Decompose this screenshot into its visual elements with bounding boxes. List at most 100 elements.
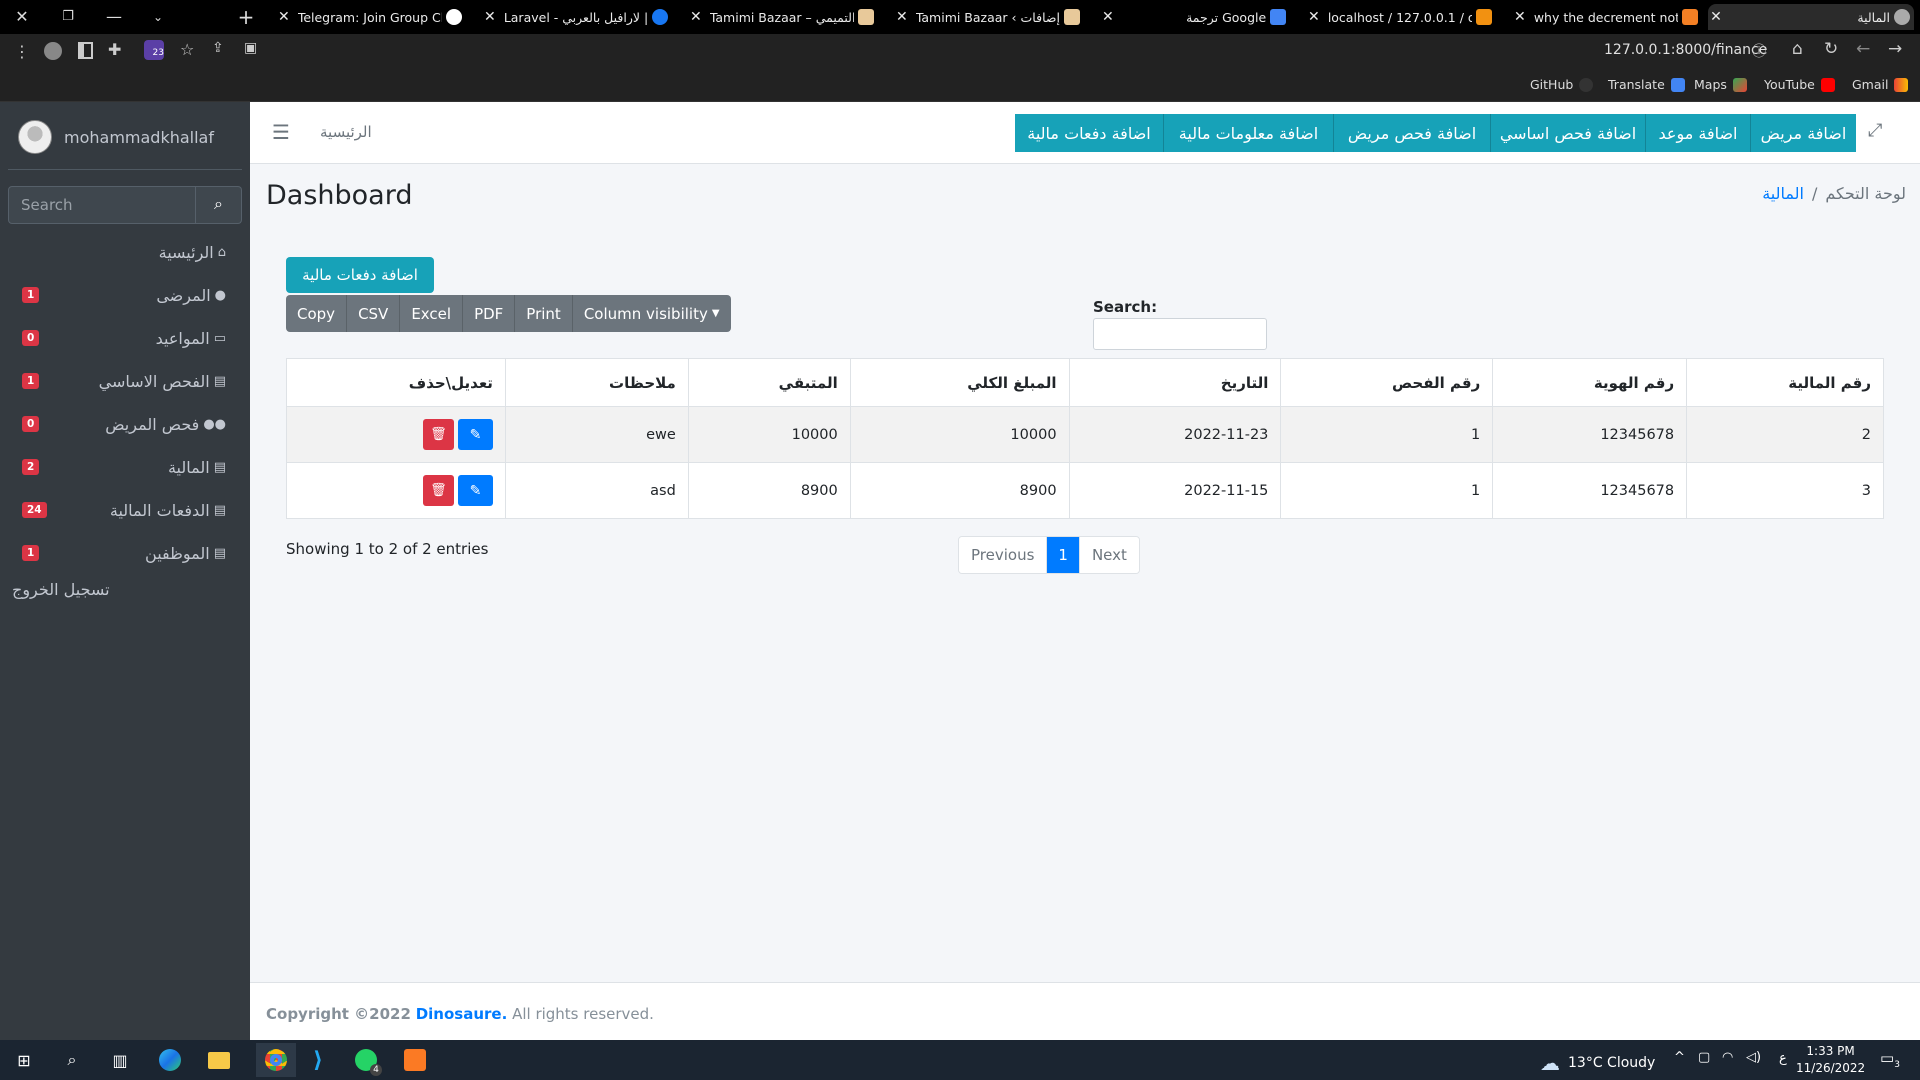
table-search-input[interactable] xyxy=(1093,318,1267,350)
column-header[interactable]: المبلغ الكلي xyxy=(849,358,1070,407)
edge-icon[interactable] xyxy=(158,1048,182,1072)
back-icon[interactable]: ← xyxy=(1856,39,1870,59)
brand-link[interactable]: Dinosaure. xyxy=(416,1005,508,1023)
tab-search-icon[interactable]: ⌄ xyxy=(144,4,172,30)
close-tab-icon[interactable]: ✕ xyxy=(1708,9,1724,25)
home-link[interactable]: الرئيسية xyxy=(320,123,372,141)
share-icon[interactable]: ⇪ xyxy=(212,40,224,56)
hamburger-menu-icon[interactable]: ☰ xyxy=(272,120,290,144)
restore-window-icon[interactable]: ❐ xyxy=(54,4,82,30)
close-window-icon[interactable]: ✕ xyxy=(8,4,36,30)
whatsapp-icon[interactable]: 4 xyxy=(354,1048,382,1076)
user-panel[interactable]: mohammadkhallaf xyxy=(18,120,214,154)
menu-icon[interactable]: ⋮ xyxy=(14,42,30,61)
extension-badge[interactable]: 23 xyxy=(144,40,164,60)
task-view-icon[interactable]: ▥ xyxy=(108,1048,132,1072)
new-tab-icon[interactable]: + xyxy=(232,4,260,30)
sidebar-search-button[interactable]: ⌕ xyxy=(196,186,242,224)
sidebar-item-patient-exam[interactable]: ●● فحص المريض 0 xyxy=(8,404,242,444)
sidebar-item-patients[interactable]: ● المرضى 1 xyxy=(8,275,242,315)
delete-button[interactable]: 🗑 xyxy=(422,419,454,450)
sidebar-item-payments[interactable]: ▤ الدفعات المالية 24 xyxy=(8,490,242,530)
windows-start-icon[interactable]: ⊞ xyxy=(12,1048,36,1072)
bookmark-github[interactable]: GitHub xyxy=(1530,77,1594,92)
browser-tab[interactable]: ✕ why the decrement not wo xyxy=(1512,4,1702,30)
close-tab-icon[interactable]: ✕ xyxy=(482,9,498,25)
close-tab-icon[interactable]: ✕ xyxy=(1512,9,1528,25)
meet-icon[interactable]: ▢ xyxy=(1698,1050,1710,1065)
tray-chevron-icon[interactable]: ^ xyxy=(1674,1050,1685,1065)
sidebar-item-appointments[interactable]: ▭ المواعيد 0 xyxy=(8,318,242,358)
sidebar-icon[interactable] xyxy=(78,42,93,59)
wifi-icon[interactable]: ◠ xyxy=(1722,1050,1733,1065)
previous-page-button[interactable]: Previous xyxy=(959,537,1048,573)
profile-icon[interactable] xyxy=(44,42,62,60)
bookmark-maps[interactable]: Maps xyxy=(1694,77,1747,92)
weather-widget[interactable]: ☁ 13°C Cloudy xyxy=(1540,1051,1655,1075)
sidebar-item-home[interactable]: ⌂ الرئيسية xyxy=(8,232,242,272)
add-payments-button[interactable]: اضافة دفعات مالية xyxy=(1015,114,1164,152)
breadcrumb-dashboard[interactable]: لوحة التحكم xyxy=(1825,184,1906,203)
home-icon[interactable]: ⌂ xyxy=(1792,39,1803,59)
forward-icon[interactable]: → xyxy=(1888,39,1902,59)
install-app-icon[interactable]: ▣ xyxy=(244,40,257,56)
add-patient-exam-button[interactable]: اضافة فحص مريض xyxy=(1334,114,1491,152)
column-header[interactable]: رقم الفحص xyxy=(1280,358,1494,407)
browser-tab[interactable]: ✕ ترجمة Google xyxy=(1100,4,1290,30)
add-patient-button[interactable]: اضافة مريض xyxy=(1751,114,1856,152)
browser-tab[interactable]: ✕ Laravel - لارافيل بالعربي | Fa xyxy=(482,4,672,30)
add-payments-button[interactable]: اضافة دفعات مالية xyxy=(286,257,434,293)
column-header[interactable]: التاريخ xyxy=(1068,358,1282,407)
print-button[interactable]: Print xyxy=(515,295,573,332)
site-info-icon[interactable]: ⓘ xyxy=(1752,41,1766,61)
excel-button[interactable]: Excel xyxy=(400,295,464,332)
browser-tab[interactable]: ✕ localhost / 127.0.0.1 / opti xyxy=(1306,4,1496,30)
next-page-button[interactable]: Next xyxy=(1079,537,1139,573)
notifications-icon[interactable]: ▭3 xyxy=(1880,1049,1900,1070)
column-header[interactable]: ملاحظات xyxy=(504,358,689,407)
column-header[interactable]: رقم المالية xyxy=(1686,358,1884,407)
column-header[interactable]: تعديل\حذف xyxy=(286,358,506,407)
minimize-window-icon[interactable]: — xyxy=(100,4,128,30)
column-visibility-button[interactable]: Column visibility ▼ xyxy=(573,295,731,332)
delete-button[interactable]: 🗑 xyxy=(422,475,454,506)
add-appointment-button[interactable]: اضافة موعد xyxy=(1646,114,1751,152)
add-finance-info-button[interactable]: اضافة معلومات مالية xyxy=(1164,114,1334,152)
search-icon[interactable]: ⌕ xyxy=(60,1048,84,1072)
fullscreen-icon[interactable]: ⤢ xyxy=(1868,120,1882,141)
breadcrumb-finance[interactable]: المالية xyxy=(1762,184,1804,203)
bookmark-translate[interactable]: Translate xyxy=(1608,77,1685,92)
sidebar-search-input[interactable] xyxy=(8,186,196,224)
close-tab-icon[interactable]: ✕ xyxy=(894,9,910,25)
page-1-button[interactable]: 1 xyxy=(1047,537,1080,573)
reload-icon[interactable]: ↻ xyxy=(1824,39,1838,59)
column-header[interactable]: المتبقي xyxy=(687,358,851,407)
browser-tab-active[interactable]: ✕ المالية xyxy=(1708,4,1914,30)
column-header[interactable]: رقم الهوية xyxy=(1492,358,1688,407)
browser-tab[interactable]: ✕ Tamimi Bazaar – التميمي xyxy=(688,4,878,30)
url-field[interactable]: 127.0.0.1:8000/finance xyxy=(1604,42,1767,58)
volume-icon[interactable]: ◁) xyxy=(1746,1050,1761,1065)
vscode-icon[interactable]: ⟩ xyxy=(306,1048,330,1073)
sidebar-item-basic-exam[interactable]: ▤ الفحص الاساسي 1 xyxy=(8,361,242,401)
browser-tab[interactable]: ✕ Telegram: Join Group Chat xyxy=(276,4,466,30)
close-tab-icon[interactable]: ✕ xyxy=(688,9,704,25)
edit-button[interactable]: ✎ xyxy=(457,419,493,450)
bookmark-star-icon[interactable]: ☆ xyxy=(180,40,194,59)
logout-link[interactable]: تسجيل الخروج xyxy=(12,580,110,599)
sidebar-item-employees[interactable]: ▤ الموظفين 1 xyxy=(8,533,242,573)
chrome-icon[interactable] xyxy=(256,1043,296,1077)
close-tab-icon[interactable]: ✕ xyxy=(1306,9,1322,25)
pdf-button[interactable]: PDF xyxy=(463,295,516,332)
close-tab-icon[interactable]: ✕ xyxy=(1100,9,1116,25)
edit-button[interactable]: ✎ xyxy=(457,475,493,506)
sidebar-item-finance[interactable]: ▤ المالية 2 xyxy=(8,447,242,487)
extensions-icon[interactable]: ✚ xyxy=(108,40,121,59)
add-basic-exam-button[interactable]: اضافة فحص اساسي xyxy=(1491,114,1646,152)
copy-button[interactable]: Copy xyxy=(286,295,348,332)
xampp-icon[interactable] xyxy=(403,1048,427,1072)
bookmark-youtube[interactable]: YouTube xyxy=(1764,77,1835,92)
clock[interactable]: 1:33 PM 11/26/2022 xyxy=(1796,1043,1865,1077)
language-indicator[interactable]: ع xyxy=(1779,1051,1787,1066)
file-explorer-icon[interactable] xyxy=(207,1048,231,1072)
